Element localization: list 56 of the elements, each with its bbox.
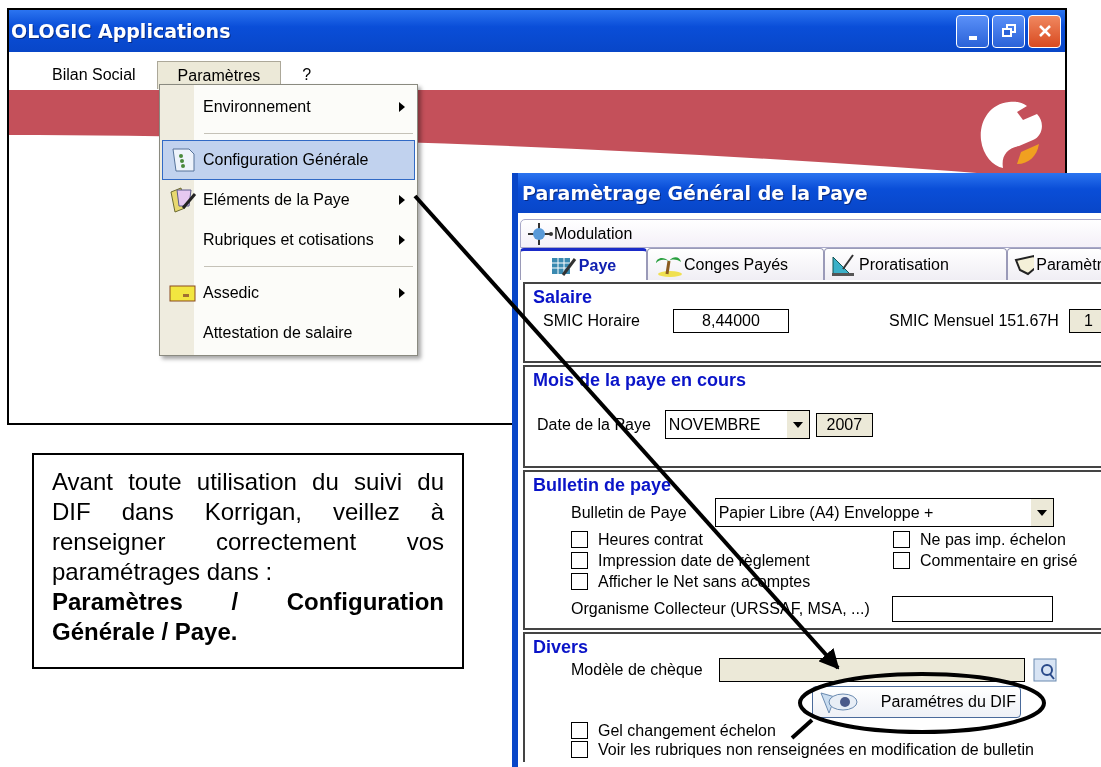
- tab[interactable]: Conges Payés: [647, 248, 824, 280]
- submenu-arrow-icon: [398, 287, 406, 299]
- submenu-arrow-icon: [398, 234, 406, 246]
- payslip-dropdown[interactable]: Papier Libre (A4) Enveloppe +: [714, 498, 1054, 527]
- checkbox-option[interactable]: Commentaire en grisé: [893, 550, 1093, 571]
- input-field[interactable]: [891, 596, 1053, 622]
- group-title: Bulletin de paye: [532, 474, 673, 495]
- field-label: SMIC Horaire: [543, 312, 640, 330]
- checkbox-option[interactable]: Ne pas imp. échelon: [893, 529, 1093, 550]
- tab[interactable]: Paramètr: [1007, 248, 1101, 280]
- menu-item[interactable]: Assedic: [162, 273, 415, 313]
- checkbox-option[interactable]: Voir les rubriques non renseignées en modification de bulletin: [571, 740, 1101, 759]
- menu-item[interactable]: Attestation de salaire: [162, 313, 415, 353]
- leader-line: [790, 718, 814, 740]
- close-button[interactable]: [1028, 14, 1061, 48]
- menu-item[interactable]: Eléments de la Paye: [162, 180, 415, 220]
- field-label: Modèle de chèque: [571, 661, 703, 679]
- eye-icon: [819, 689, 859, 715]
- caret-icon: [1036, 509, 1047, 516]
- restore-icon: [1000, 23, 1017, 39]
- window-title: OLOGIC Applications: [10, 20, 231, 42]
- group-title: Divers: [532, 636, 590, 657]
- field-label: SMIC Mensuel 151.67H: [889, 312, 1059, 330]
- submenu-arrow-icon: [398, 101, 406, 113]
- modulation-tab[interactable]: Modulation: [520, 219, 1101, 248]
- note-text: Avant toute utilisation du suivi du DIF dans Korrigan, veillez à renseigner correctement vos paramétrages dans :: [52, 467, 444, 587]
- minimize-button[interactable]: [956, 14, 989, 48]
- menu-item[interactable]: Rubriques et cotisations: [162, 220, 415, 260]
- document-icon: [169, 146, 197, 174]
- card-icon: [169, 283, 197, 303]
- browse-button[interactable]: [1030, 657, 1059, 683]
- papers-pencil-icon: [169, 186, 197, 214]
- menu-item[interactable]: Environnement: [162, 87, 415, 127]
- checkbox-option[interactable]: Gel changement échelon: [571, 721, 1101, 740]
- ruler-triangle-icon: [831, 252, 857, 277]
- group-title: Salaire: [532, 286, 594, 307]
- restore-button[interactable]: [992, 14, 1025, 48]
- menu-item[interactable]: Configuration Générale: [162, 140, 415, 180]
- close-icon: [1036, 23, 1053, 39]
- field-label: Bulletin de Paye: [571, 503, 687, 522]
- input-field[interactable]: 8,44000: [672, 309, 790, 333]
- year-field[interactable]: 2007: [815, 412, 873, 437]
- submenu-arrow-icon: [398, 194, 406, 206]
- tab[interactable]: Proratisation: [824, 248, 1007, 280]
- dialog-title: Paramètrage Général de la Paye: [521, 182, 868, 204]
- menu-bar-item[interactable]: ?: [281, 61, 333, 89]
- compass-icon: [527, 221, 553, 246]
- dif-settings-button[interactable]: Paramétres du DIF: [812, 686, 1021, 718]
- tag-icon: [1014, 253, 1035, 276]
- caret-icon: [792, 421, 803, 428]
- checkbox-option[interactable]: Heures contrat: [571, 529, 893, 550]
- menu-bar-item[interactable]: Bilan Social: [31, 61, 157, 89]
- tab[interactable]: Paye: [520, 248, 647, 280]
- minimize-icon: [968, 36, 977, 40]
- month-dropdown[interactable]: NOVEMBRE: [664, 410, 810, 439]
- note-path: Paramètres / Configuration Générale / Paye.: [52, 587, 444, 647]
